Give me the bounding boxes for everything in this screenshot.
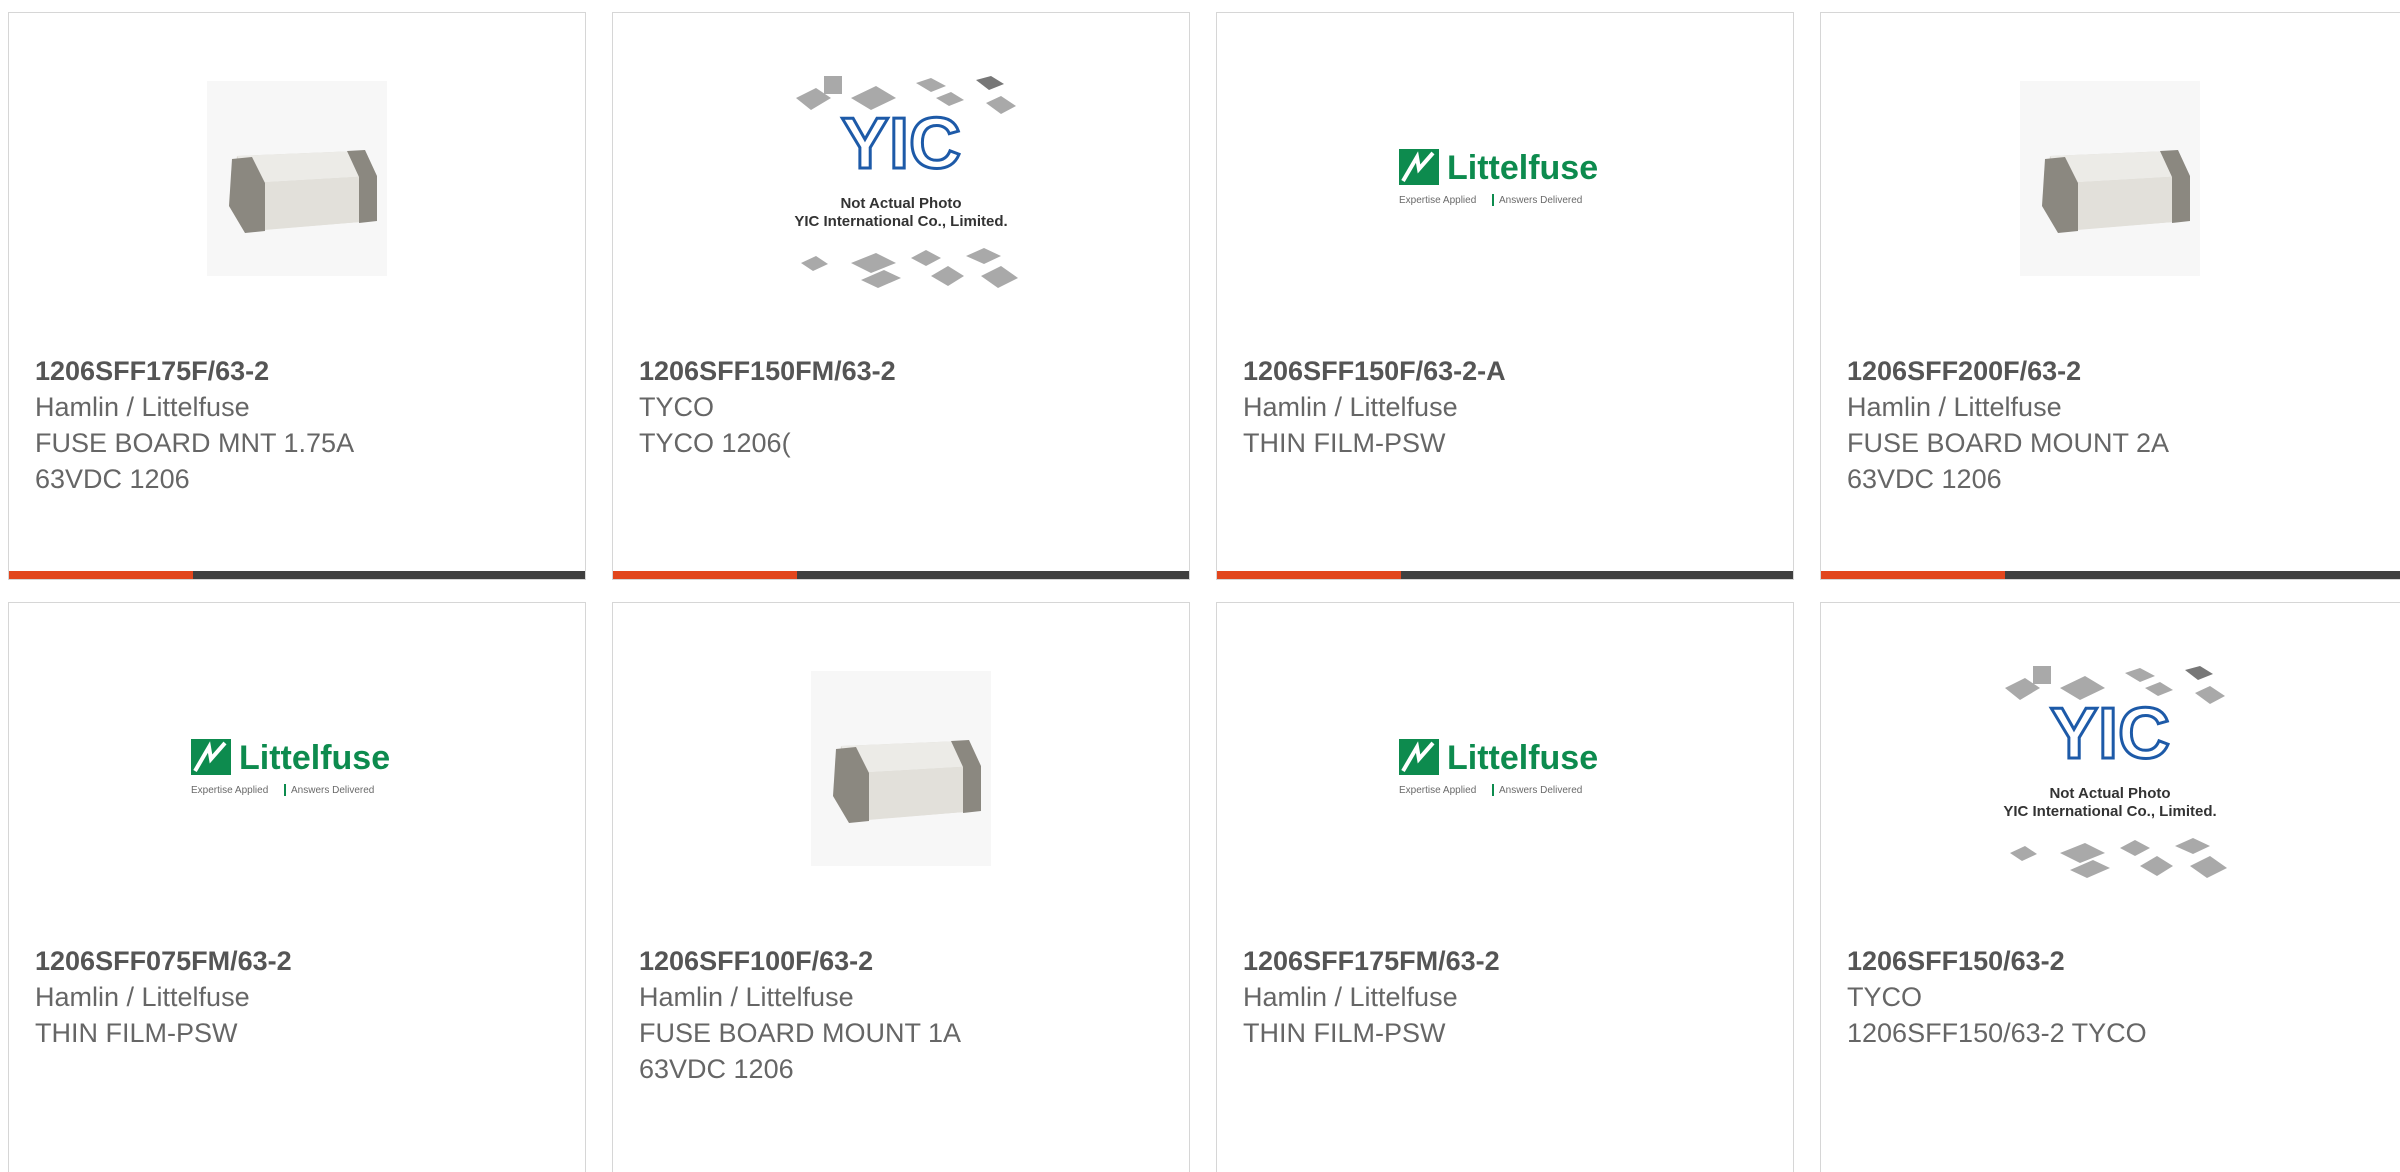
product-card[interactable]: YIC Not Actual Photo YIC International C… [612,12,1190,580]
card-progress-bar [1821,571,2400,579]
yic-brand: YIC [841,104,961,184]
part-number-link[interactable]: 1206SFF100F/63-2 [639,943,1169,979]
logo-name: Littelfuse [1447,739,1598,777]
yic-placeholder-image: YIC Not Actual Photo YIC International C… [794,76,1018,288]
littelfuse-logo: Littelfuse Expertise Applied Answers Del… [1399,739,1598,796]
logo-tagline-right: Answers Delivered [291,785,374,796]
manufacturer: Hamlin / Littelfuse [1243,982,1458,1012]
product-card[interactable]: YIC Not Actual Photo YIC International C… [1820,602,2400,1172]
fuse-chip-photo [811,670,991,866]
part-number-link[interactable]: 1206SFF175F/63-2 [35,353,565,389]
littelfuse-logo: Littelfuse Expertise Applied Answers Del… [1399,149,1598,206]
logo-tagline-left: Expertise Applied [1399,195,1476,206]
logo-tagline-left: Expertise Applied [191,785,268,796]
manufacturer: TYCO [1847,982,1923,1012]
description: FUSE BOARD MOUNT 1A 63VDC 1206 [639,1018,962,1084]
product-image[interactable] [613,603,1189,933]
placeholder-line2: YIC International Co., Limited. [2003,803,2216,820]
logo-name: Littelfuse [1447,149,1598,187]
product-image[interactable]: YIC Not Actual Photo YIC International C… [1821,603,2399,933]
product-image[interactable] [9,13,585,343]
part-number-link[interactable]: 1206SFF200F/63-2 [1847,353,2389,389]
fuse-chip-photo [2020,80,2200,276]
yic-placeholder-image: YIC Not Actual Photo YIC International C… [2003,666,2227,878]
logo-tagline-right: Answers Delivered [1499,785,1582,796]
product-image[interactable]: Littelfuse Expertise Applied Answers Del… [9,603,585,933]
description: FUSE BOARD MNT 1.75A 63VDC 1206 [35,428,355,494]
manufacturer: Hamlin / Littelfuse [35,392,250,422]
part-number-link[interactable]: 1206SFF150F/63-2-A [1243,353,1773,389]
card-progress-bar [1217,571,1793,579]
manufacturer: Hamlin / Littelfuse [639,982,854,1012]
product-image[interactable]: Littelfuse Expertise Applied Answers Del… [1217,13,1793,343]
card-progress-bar [9,571,585,579]
description: 1206SFF150/63-2 TYCO [1847,1018,2147,1048]
product-image[interactable] [1821,13,2399,343]
part-number-link[interactable]: 1206SFF075FM/63-2 [35,943,565,979]
product-image[interactable]: Littelfuse Expertise Applied Answers Del… [1217,603,1793,933]
product-info: 1206SFF175F/63-2 Hamlin / Littelfuse FUS… [35,353,565,497]
littelfuse-logo: Littelfuse Expertise Applied Answers Del… [191,739,390,796]
manufacturer: Hamlin / Littelfuse [35,982,250,1012]
product-info: 1206SFF150FM/63-2 TYCO TYCO 1206( [639,353,1169,461]
product-card[interactable]: 1206SFF100F/63-2 Hamlin / Littelfuse FUS… [612,602,1190,1172]
product-info: 1206SFF100F/63-2 Hamlin / Littelfuse FUS… [639,943,1169,1087]
placeholder-line1: Not Actual Photo [2049,785,2170,802]
logo-name: Littelfuse [239,739,390,777]
part-number-link[interactable]: 1206SFF150FM/63-2 [639,353,1169,389]
product-info: 1206SFF175FM/63-2 Hamlin / Littelfuse TH… [1243,943,1773,1051]
logo-tagline-right: Answers Delivered [1499,195,1582,206]
manufacturer: Hamlin / Littelfuse [1847,392,2062,422]
placeholder-line1: Not Actual Photo [840,195,961,212]
product-info: 1206SFF150F/63-2-A Hamlin / Littelfuse T… [1243,353,1773,461]
product-info: 1206SFF075FM/63-2 Hamlin / Littelfuse TH… [35,943,565,1051]
description: TYCO 1206( [639,428,791,458]
manufacturer: Hamlin / Littelfuse [1243,392,1458,422]
yic-brand: YIC [2050,694,2170,774]
description: THIN FILM-PSW [1243,1018,1446,1048]
part-number-link[interactable]: 1206SFF150/63-2 [1847,943,2389,979]
part-number-link[interactable]: 1206SFF175FM/63-2 [1243,943,1773,979]
product-grid: 1206SFF175F/63-2 Hamlin / Littelfuse FUS… [0,0,2400,1172]
product-info: 1206SFF200F/63-2 Hamlin / Littelfuse FUS… [1847,353,2389,497]
description: THIN FILM-PSW [1243,428,1446,458]
product-card[interactable]: Littelfuse Expertise Applied Answers Del… [1216,602,1794,1172]
card-progress-bar [613,571,1189,579]
product-card[interactable]: 1206SFF200F/63-2 Hamlin / Littelfuse FUS… [1820,12,2400,580]
logo-tagline-left: Expertise Applied [1399,785,1476,796]
product-card[interactable]: Littelfuse Expertise Applied Answers Del… [8,602,586,1172]
product-card[interactable]: Littelfuse Expertise Applied Answers Del… [1216,12,1794,580]
description: THIN FILM-PSW [35,1018,238,1048]
product-card[interactable]: 1206SFF175F/63-2 Hamlin / Littelfuse FUS… [8,12,586,580]
manufacturer: TYCO [639,392,715,422]
placeholder-line2: YIC International Co., Limited. [794,213,1007,230]
description: FUSE BOARD MOUNT 2A 63VDC 1206 [1847,428,2170,494]
fuse-chip-photo [207,80,387,276]
product-image[interactable]: YIC Not Actual Photo YIC International C… [613,13,1189,343]
product-info: 1206SFF150/63-2 TYCO 1206SFF150/63-2 TYC… [1847,943,2389,1051]
